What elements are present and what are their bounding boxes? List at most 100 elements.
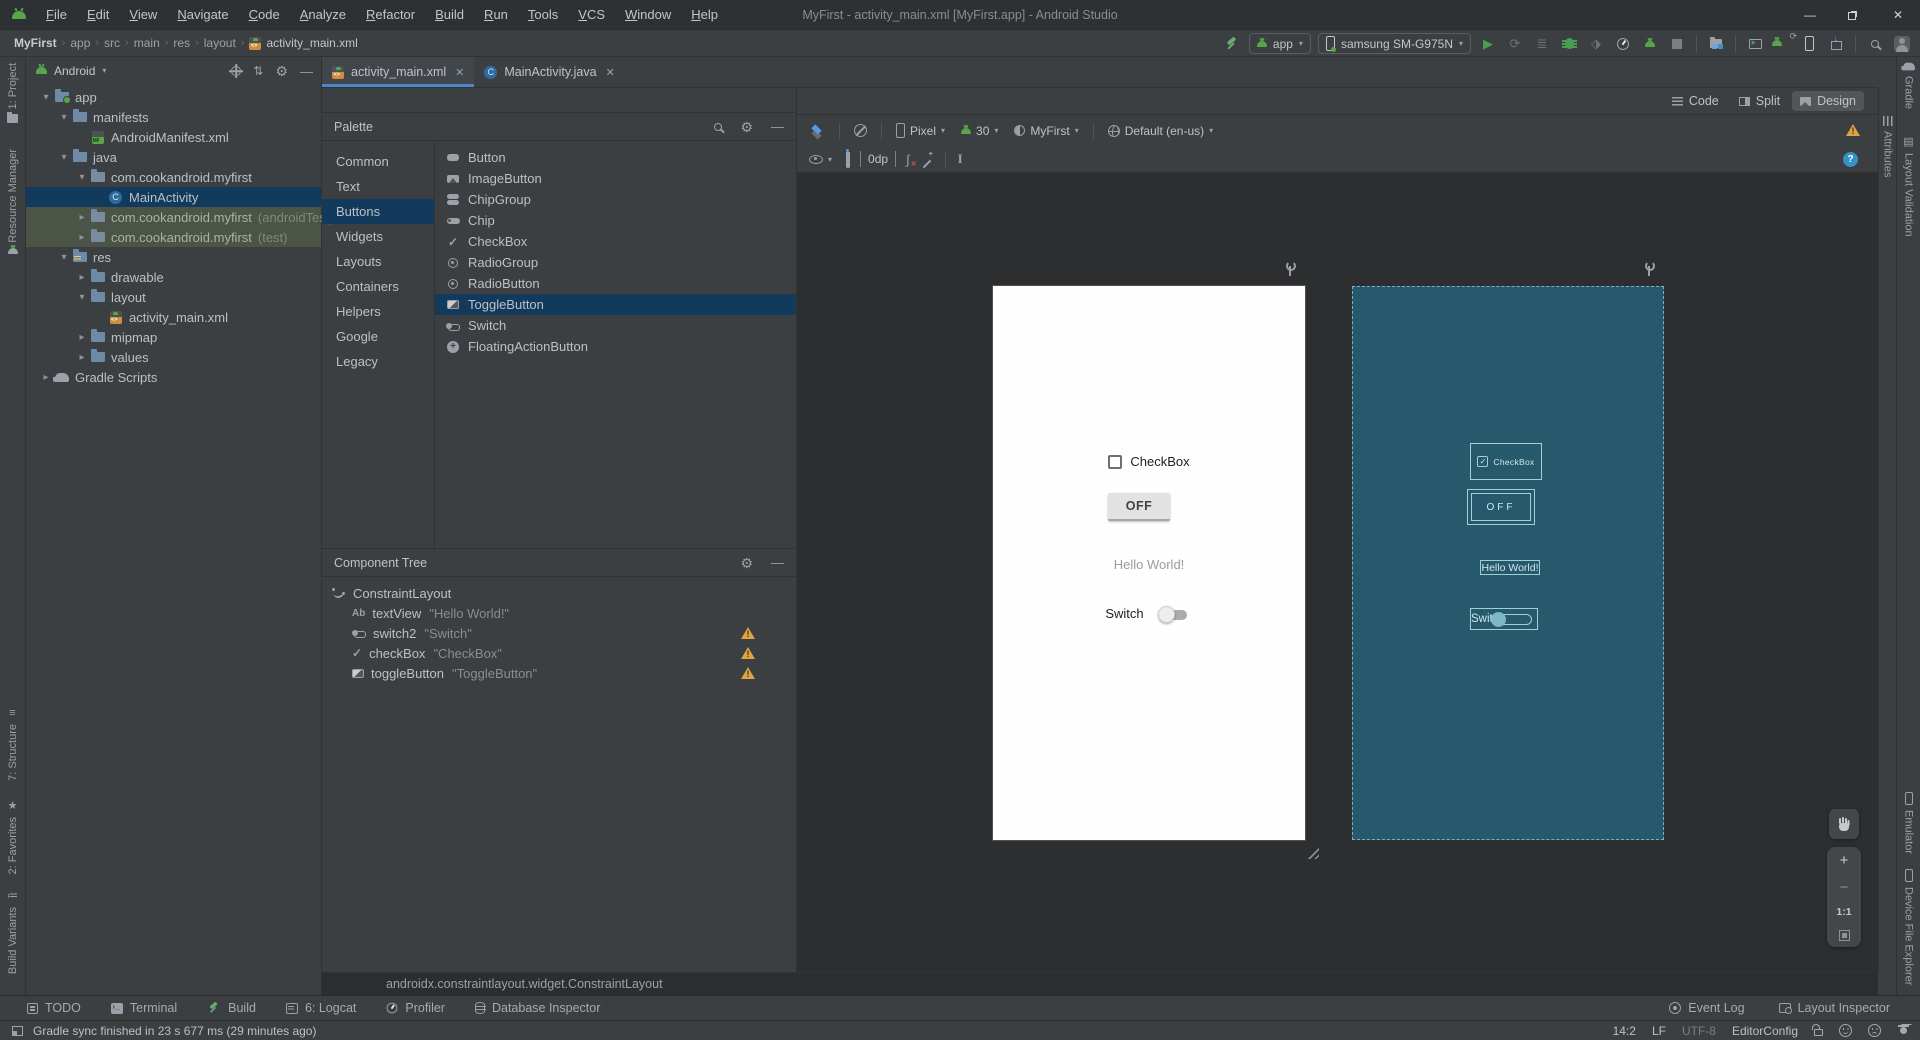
palette-category-buttons[interactable]: Buttons <box>322 199 434 224</box>
tree-item-res[interactable]: ▾ res <box>26 247 321 267</box>
locate-file-icon[interactable] <box>231 66 242 76</box>
search-everywhere-icon[interactable] <box>1865 34 1885 54</box>
palette-category-layouts[interactable]: Layouts <box>322 249 434 274</box>
profile-apk-icon[interactable] <box>1706 34 1726 54</box>
menu-code[interactable]: Code <box>239 0 290 29</box>
palette-category-widgets[interactable]: Widgets <box>322 224 434 249</box>
tree-item-mainactivity[interactable]: C MainActivity <box>26 187 321 207</box>
toolwindow-resource-manager[interactable]: Resource Manager <box>0 149 25 254</box>
pan-button[interactable] <box>1829 809 1859 839</box>
zoom-in-icon[interactable]: + <box>1840 853 1849 868</box>
toolwindow-todo[interactable]: TODO <box>27 1001 81 1015</box>
toolwindow-event-log[interactable]: Event Log <box>1669 1001 1745 1015</box>
preview-textview[interactable]: Hello World! <box>993 557 1305 572</box>
unlock-icon[interactable] <box>1812 1024 1823 1036</box>
profile-icon[interactable] <box>1613 34 1633 54</box>
toolwindow-device-file-explorer[interactable]: Device File Explorer <box>1897 869 1920 985</box>
avd-manager-icon[interactable] <box>1745 34 1765 54</box>
toolwindow-profiler[interactable]: Profiler <box>386 1001 445 1015</box>
component-constraintlayout[interactable]: ConstraintLayout <box>322 583 796 603</box>
zoom-out-icon[interactable]: − <box>1840 880 1849 895</box>
toolwindow-logcat[interactable]: 6: Logcat <box>285 1001 356 1015</box>
warning-icon[interactable] <box>741 667 755 679</box>
mode-code[interactable]: Code <box>1664 91 1727 111</box>
warning-icon[interactable] <box>741 647 755 659</box>
menu-tools[interactable]: Tools <box>518 0 568 29</box>
preview-switch[interactable]: Switch <box>993 605 1305 623</box>
user-avatar[interactable] <box>1892 34 1912 54</box>
menu-navigate[interactable]: Navigate <box>167 0 238 29</box>
palette-item-imagebutton[interactable]: ImageButton <box>435 168 796 189</box>
breadcrumb-layout[interactable]: layout <box>204 36 236 50</box>
default-margin-select[interactable]: 0dp <box>860 151 897 167</box>
palette-item-switch[interactable]: Switch <box>435 315 796 336</box>
tree-item-package[interactable]: ▾ com.cookandroid.myfirst <box>26 167 321 187</box>
sdk-manager-icon[interactable] <box>1826 33 1846 54</box>
toolwindow-build[interactable]: Build <box>207 1001 256 1015</box>
tree-item-androidmanifest[interactable]: AndroidManifest.xml <box>26 127 321 147</box>
design-canvas[interactable]: CheckBox OFF Hello World! Switch ✓ Check… <box>797 172 1878 972</box>
palette-category-common[interactable]: Common <box>322 149 434 174</box>
smiley-icon[interactable] <box>1839 1024 1852 1037</box>
palette-category-containers[interactable]: Containers <box>322 274 434 299</box>
breadcrumb-project[interactable]: MyFirst <box>14 36 57 50</box>
zoom-to-fit-icon[interactable] <box>1838 930 1850 942</box>
theme-menu[interactable]: MyFirst ▾ <box>1010 124 1082 138</box>
collapse-all-icon[interactable]: ⇅ <box>253 64 263 78</box>
blueprint-textview[interactable]: Hello World! <box>1480 560 1540 575</box>
view-options-select[interactable] <box>805 124 829 138</box>
tab-activity-main-xml[interactable]: activity_main.xml ✕ <box>322 57 475 87</box>
breadcrumb-res[interactable]: res <box>173 36 190 50</box>
clear-constraints-icon[interactable]: ∫ <box>906 152 915 168</box>
help-icon[interactable]: ? <box>1843 151 1858 167</box>
tree-item-values[interactable]: ▸ values <box>26 347 321 367</box>
render-warning-icon[interactable] <box>1846 124 1860 136</box>
tree-item-package-androidtest[interactable]: ▸ com.cookandroid.myfirst (androidTest) <box>26 207 334 227</box>
run-configuration-select[interactable]: app ▾ <box>1248 33 1311 54</box>
line-separator[interactable]: LF <box>1652 1024 1666 1038</box>
mode-design[interactable]: Design <box>1792 91 1864 111</box>
resize-handle[interactable] <box>1305 845 1319 859</box>
palette-item-togglebutton[interactable]: ToggleButton <box>435 294 796 315</box>
gear-icon[interactable]: ⚙ <box>275 64 288 78</box>
blueprint-switch[interactable]: Switc <box>1470 608 1538 630</box>
run-icon[interactable]: ▶ <box>1478 34 1498 54</box>
preview-toggle-button[interactable]: OFF <box>1108 493 1170 521</box>
device-select[interactable]: samsung SM-G975N ▾ <box>1317 33 1471 54</box>
tree-item-layout[interactable]: ▾ layout <box>26 287 321 307</box>
palette-item-radiobutton[interactable]: RadioButton <box>435 273 796 294</box>
palette-item-fab[interactable]: + FloatingActionButton <box>435 336 796 357</box>
component-textview[interactable]: Ab textView "Hello World!" <box>322 603 796 623</box>
caret-position[interactable]: 14:2 <box>1613 1024 1636 1038</box>
tree-item-app[interactable]: ▾ app <box>26 87 321 107</box>
hide-panel-icon[interactable]: — <box>771 556 784 569</box>
component-checkbox[interactable]: ✓ checkBox "CheckBox" <box>322 643 796 663</box>
breadcrumb-file[interactable]: activity_main.xml <box>266 36 357 50</box>
profiler-restart-icon[interactable] <box>1640 34 1660 54</box>
toolwindow-attributes[interactable]: Attributes <box>1879 116 1896 177</box>
gear-icon[interactable]: ⚙ <box>740 556 753 570</box>
menu-run[interactable]: Run <box>474 0 518 29</box>
close-icon[interactable]: ✕ <box>455 66 464 79</box>
toolwindow-layout-validation[interactable]: ▤ Layout Validation <box>1897 135 1920 237</box>
minimize-button[interactable]: — <box>1788 0 1832 30</box>
editorconfig-indicator[interactable]: EditorConfig <box>1732 1024 1798 1038</box>
gradle-sync-icon[interactable]: ⟳ <box>1772 31 1797 54</box>
menu-file[interactable]: File <box>36 0 77 29</box>
frown-icon[interactable] <box>1868 1024 1881 1037</box>
palette-item-radiogroup[interactable]: RadioGroup <box>435 252 796 273</box>
tree-item-java[interactable]: ▾ java <box>26 147 321 167</box>
search-icon[interactable] <box>714 122 723 131</box>
close-button[interactable]: ✕ <box>1876 0 1920 30</box>
palette-item-button[interactable]: Button <box>435 147 796 168</box>
device-menu[interactable]: Pixel ▾ <box>892 123 949 138</box>
palette-category-google[interactable]: Google <box>322 324 434 349</box>
menu-analyze[interactable]: Analyze <box>290 0 356 29</box>
breadcrumb-src[interactable]: src <box>104 36 120 50</box>
device-manager-icon[interactable] <box>1799 34 1819 54</box>
infer-constraints-icon[interactable] <box>920 150 934 166</box>
breadcrumb-main[interactable]: main <box>134 36 160 50</box>
preview-checkbox[interactable]: CheckBox <box>993 454 1305 469</box>
menu-window[interactable]: Window <box>615 0 681 29</box>
locale-menu[interactable]: Default (en-us) ▾ <box>1104 124 1217 138</box>
